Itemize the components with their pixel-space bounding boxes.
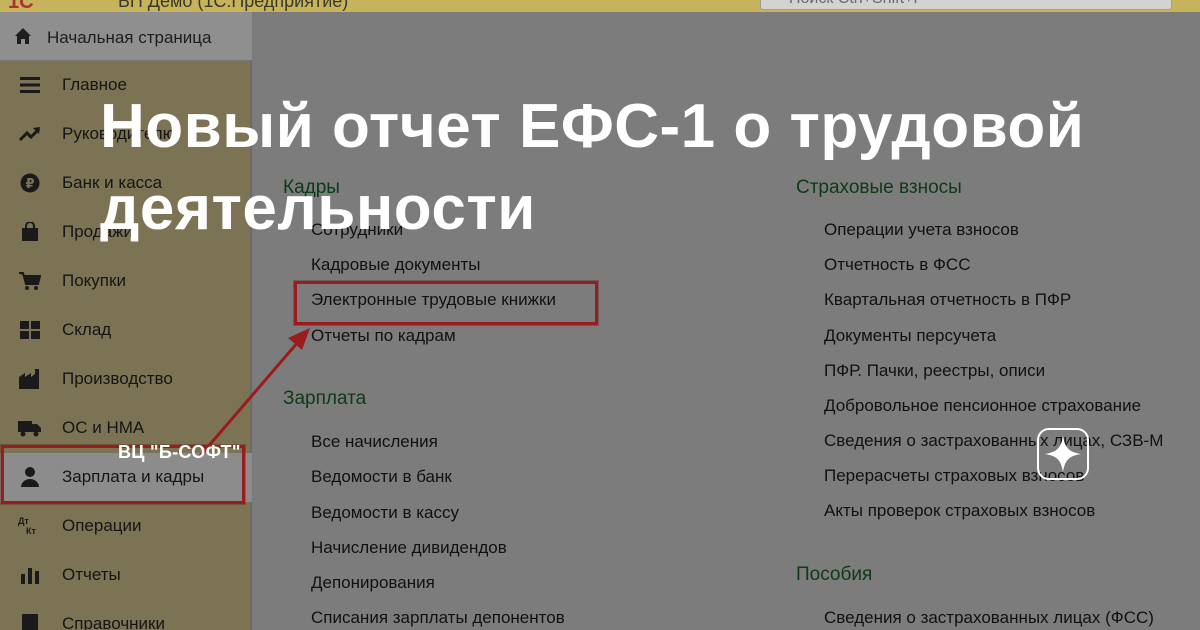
headline-line-1: Новый отчет ЕФС-1 о трудовой xyxy=(100,92,1085,161)
page-headline: Новый отчет ЕФС-1 о трудовой деятельност… xyxy=(100,86,1160,250)
watermark-text: ВЦ "Б-СОФТ" xyxy=(118,442,241,462)
headline-line-2: деятельности xyxy=(100,174,536,243)
sparkle-icon xyxy=(1037,428,1089,480)
